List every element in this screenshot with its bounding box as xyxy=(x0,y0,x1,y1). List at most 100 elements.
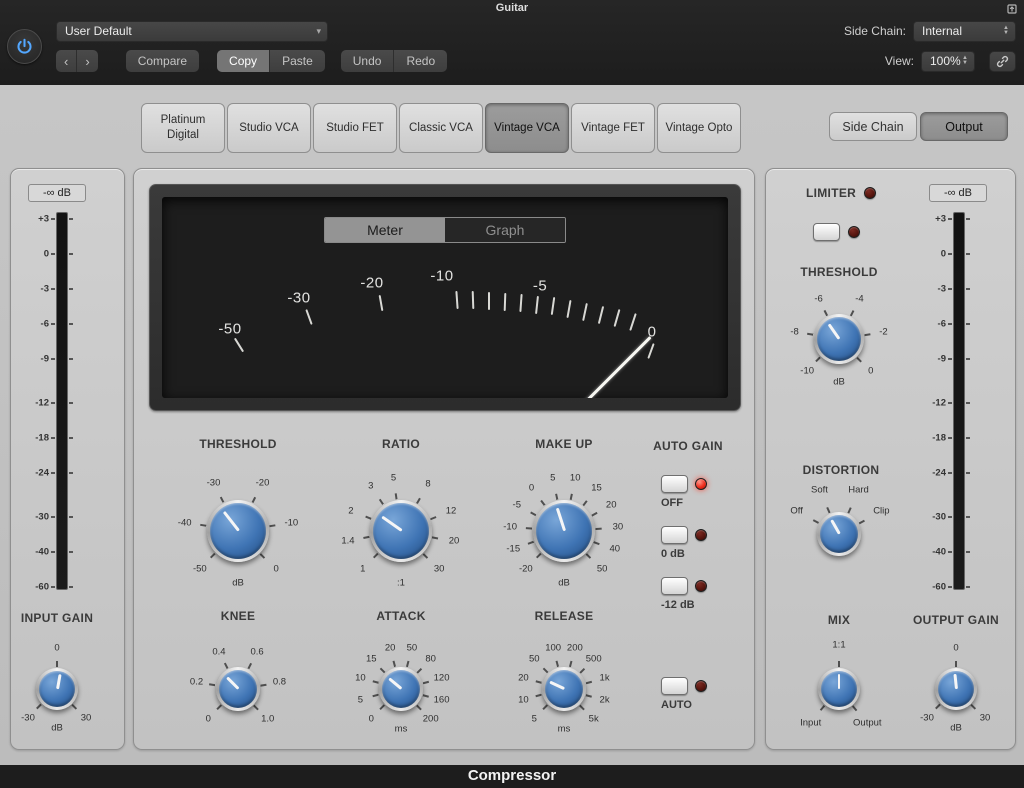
knob-cap xyxy=(382,670,420,708)
model-tab-vintage-opto[interactable]: Vintage Opto xyxy=(657,103,741,153)
model-tab-vintage-vca[interactable]: Vintage VCA xyxy=(485,103,569,153)
link-icon xyxy=(995,54,1010,69)
knob-cap xyxy=(210,503,266,559)
meter-tick xyxy=(948,437,952,439)
toggle-output[interactable]: Output xyxy=(920,112,1008,141)
model-tab-studio-vca[interactable]: Studio VCA xyxy=(227,103,311,153)
tab-graph[interactable]: Graph xyxy=(445,218,565,242)
meter-scale-label: -30 xyxy=(15,512,49,523)
mix-knob[interactable]: Input1:1Output xyxy=(781,637,897,741)
model-tab-studio-fet[interactable]: Studio FET xyxy=(313,103,397,153)
auto-gain--12-db-option: -12 dB xyxy=(661,577,707,611)
knob-scale-label: -30 xyxy=(920,712,934,723)
input-meter-bar xyxy=(56,212,68,590)
meter-scale-label: -6 xyxy=(15,318,49,329)
knob-dial[interactable] xyxy=(36,668,78,710)
meter-tick xyxy=(69,516,73,518)
knob-dial[interactable] xyxy=(814,314,864,364)
knob-dial[interactable] xyxy=(207,500,269,562)
preset-dropdown[interactable]: User Default ▾ xyxy=(56,21,328,42)
vu-tick xyxy=(455,291,458,309)
auto-gain-0-db-option: 0 dB xyxy=(661,526,707,560)
auto-gain-off-button[interactable] xyxy=(661,475,688,493)
stepper-icon: ▲▼ xyxy=(962,56,968,66)
meter-scale-label: -12 xyxy=(912,397,946,408)
knob-dial[interactable] xyxy=(533,500,595,562)
knob-scale-label: -50 xyxy=(193,564,207,575)
knob-scale-label: 160 xyxy=(434,694,450,705)
meter-tick xyxy=(51,288,55,290)
meter-tick xyxy=(51,437,55,439)
vu-tick xyxy=(614,309,621,327)
model-tab-vintage-fet[interactable]: Vintage FET xyxy=(571,103,655,153)
knob-scale-label: 200 xyxy=(423,713,439,724)
link-button[interactable] xyxy=(989,51,1016,72)
knob-dial[interactable] xyxy=(935,668,977,710)
knob-dial[interactable] xyxy=(818,668,860,710)
model-tab-classic-vca[interactable]: Classic VCA xyxy=(399,103,483,153)
knob-scale-label: 50 xyxy=(529,654,540,665)
limiter-engage-button[interactable] xyxy=(813,223,840,241)
attack-knob[interactable]: 051015205080120160200ms xyxy=(343,633,459,745)
knob-pointer xyxy=(953,674,957,689)
knob-dial[interactable] xyxy=(379,667,423,711)
auto-release-button[interactable] xyxy=(661,677,688,695)
knob-scale-label: 10 xyxy=(355,673,366,684)
distortion-knob[interactable]: OffSoftHardClip xyxy=(777,482,901,586)
knob-scale-label: 0 xyxy=(868,365,873,376)
threshold-knob[interactable]: -50-40-30-20-100dB xyxy=(168,463,308,599)
vu-tick xyxy=(535,295,539,313)
redo-button[interactable]: Redo xyxy=(393,50,447,72)
knob-dial[interactable] xyxy=(370,500,432,562)
copy-button[interactable]: Copy xyxy=(217,50,269,72)
output-gain-knob[interactable]: -30030dB xyxy=(898,637,1014,741)
auto-gain-off-label: OFF xyxy=(661,497,707,509)
prev-preset-button[interactable]: ‹ xyxy=(56,50,76,72)
meter-tick xyxy=(51,472,55,474)
knob-cap xyxy=(373,503,429,559)
auto-gain-0-db-button[interactable] xyxy=(661,526,688,544)
toggle-side-chain[interactable]: Side Chain xyxy=(829,112,917,141)
model-tab-platinum-digital[interactable]: Platinum Digital xyxy=(141,103,225,153)
make-up-knob[interactable]: -20-15-10-505101520304050dB xyxy=(494,463,634,599)
knob-scale-label: 8 xyxy=(425,479,430,490)
limiter-engage-led xyxy=(848,226,860,238)
release-knob[interactable]: 51020501002005001k2k5kms xyxy=(506,633,622,745)
knob-scale-label: 10 xyxy=(570,473,581,484)
compare-button[interactable]: Compare xyxy=(126,50,199,72)
knee-knob[interactable]: 00.20.40.60.81.0 xyxy=(180,633,296,745)
input-gain-label: INPUT GAIN xyxy=(21,611,93,625)
meter-tick xyxy=(966,516,970,518)
meter-tick xyxy=(966,218,970,220)
paste-button[interactable]: Paste xyxy=(269,50,325,72)
tab-meter[interactable]: Meter xyxy=(325,218,445,242)
meter-scale-label: -30 xyxy=(912,512,946,523)
limiter-threshold-knob[interactable]: -10-8-6-4-20dB xyxy=(774,276,904,402)
ratio-knob[interactable]: 11.42358122030:1 xyxy=(331,463,471,599)
knob-scale-label: 2k xyxy=(600,694,610,705)
next-preset-button[interactable]: › xyxy=(76,50,97,72)
input-gain-knob[interactable]: -30030dB xyxy=(0,637,115,741)
knob-dial[interactable] xyxy=(542,667,586,711)
input-panel: -∞ dB +30-3-6-9-12-18-24-30-40-60 INPUT … xyxy=(10,168,125,750)
meter-tick xyxy=(69,323,73,325)
meter-tick xyxy=(948,516,952,518)
knob-dial[interactable] xyxy=(216,667,260,711)
undo-button[interactable]: Undo xyxy=(341,50,394,72)
detach-window-icon[interactable] xyxy=(1004,1,1019,16)
meter-tick xyxy=(69,437,73,439)
auto-gain--12-db-button[interactable] xyxy=(661,577,688,595)
meter-tick xyxy=(69,586,73,588)
view-zoom-dropdown[interactable]: 100% ▲▼ xyxy=(921,51,975,72)
knob-scale-label: 0 xyxy=(529,482,534,493)
knob-dial[interactable] xyxy=(817,512,861,556)
knob-scale-label: 5 xyxy=(532,713,537,724)
meter-scale-label: -9 xyxy=(912,353,946,364)
side-chain-dropdown[interactable]: Internal ▲▼ xyxy=(913,21,1016,42)
meter-tick xyxy=(966,472,970,474)
meter-tick xyxy=(948,323,952,325)
limiter-label: LIMITER xyxy=(806,186,856,200)
auto-release-slot: AUTO xyxy=(661,677,707,711)
knob-scale-label: -20 xyxy=(256,477,270,488)
power-button[interactable] xyxy=(7,29,42,64)
